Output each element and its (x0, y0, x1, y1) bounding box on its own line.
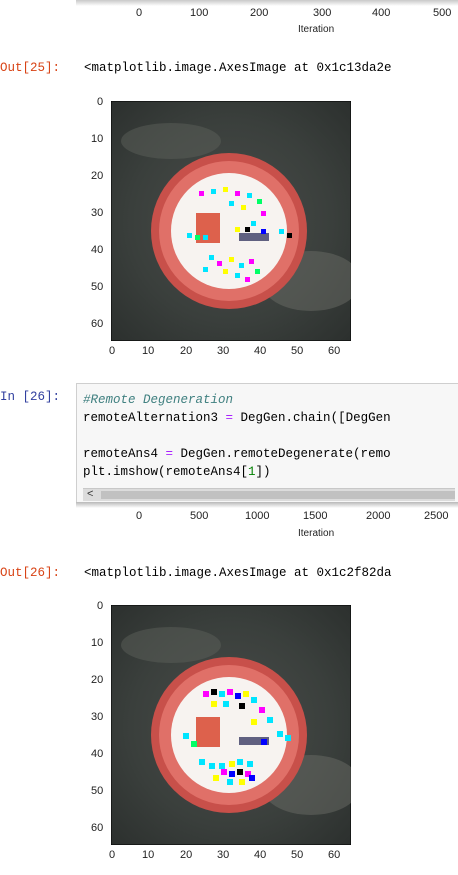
code-token: remoteAns4 (83, 447, 166, 461)
code-operator: = (225, 411, 234, 425)
x-tick: 40 (254, 849, 267, 861)
x-tick: 20 (180, 345, 193, 357)
x-tick: 20 (180, 849, 193, 861)
x-tick: 0 (109, 345, 116, 357)
y-tick: 20 (91, 170, 104, 182)
x-tick: 0 (109, 849, 116, 861)
mid-axis: 0 500 1000 1500 2000 2500 Iteration (0, 508, 458, 548)
y-tick: 0 (97, 96, 104, 108)
x-tick: 60 (328, 345, 341, 357)
code-token: ]) (255, 465, 271, 479)
top-axis-tick: 300 (313, 7, 332, 19)
in26-prompt: In [26]: (0, 390, 61, 404)
horizontal-scrollbar[interactable]: < (83, 488, 455, 501)
image-plot-2: 0 10 20 30 40 50 60 0 10 20 30 40 50 60 (85, 600, 365, 870)
x-tick: 30 (217, 345, 230, 357)
out25-prompt: Out[25]: (0, 61, 61, 75)
y-tick: 60 (91, 318, 104, 330)
out26-prompt: Out[26]: (0, 566, 61, 580)
code-line: plt.imshow(remoteAns4[1]) (83, 463, 271, 481)
x-tick: 60 (328, 849, 341, 861)
code-cell[interactable]: #Remote Degeneration remoteAlternation3 … (76, 383, 458, 503)
code-number: 1 (248, 465, 256, 479)
code-line: remoteAns4 = DegGen.remoteDegenerate(rem… (83, 445, 391, 463)
code-line: #Remote Degeneration (83, 391, 233, 409)
mid-axis-tick: 2000 (366, 510, 391, 522)
y-tick: 40 (91, 748, 104, 760)
mid-axis-tick: 0 (136, 510, 143, 522)
scroll-thumb[interactable] (101, 491, 455, 499)
y-tick: 50 (91, 785, 104, 797)
x-tick: 50 (291, 849, 304, 861)
y-tick: 0 (97, 600, 104, 612)
mid-axis-tick: 2500 (424, 510, 449, 522)
x-tick: 30 (217, 849, 230, 861)
out26-text: <matplotlib.image.AxesImage at 0x1c2f82d… (84, 566, 392, 580)
code-token: DegGen.chain([DegGen (233, 411, 391, 425)
y-tick: 30 (91, 711, 104, 723)
y-tick: 20 (91, 674, 104, 686)
code-comment: #Remote Degeneration (83, 393, 234, 407)
top-axis-tick: 100 (190, 7, 209, 19)
code-operator: = (165, 447, 174, 461)
top-axis-tick: 200 (250, 7, 269, 19)
y-tick: 50 (91, 281, 104, 293)
out25-text: <matplotlib.image.AxesImage at 0x1c13da2… (84, 61, 392, 75)
x-tick: 10 (142, 345, 155, 357)
y-tick: 30 (91, 207, 104, 219)
code-token: plt.imshow(remoteAns4[ (83, 465, 249, 479)
y-tick: 60 (91, 822, 104, 834)
image-2-canvas (111, 605, 351, 845)
image-1-canvas (111, 101, 351, 341)
top-axis: 0 100 200 300 400 500 Iteration (0, 0, 458, 40)
image-plot-1: 0 10 20 30 40 50 60 0 10 20 30 40 50 60 (85, 96, 365, 366)
scroll-left-arrow[interactable]: < (87, 488, 93, 500)
code-line: remoteAlternation3 = DegGen.chain([DegGe… (83, 409, 391, 427)
top-axis-tick: 400 (372, 7, 391, 19)
x-tick: 50 (291, 345, 304, 357)
y-tick: 40 (91, 244, 104, 256)
code-token: DegGen.remoteDegenerate(remo (173, 447, 391, 461)
code-token: remoteAlternation3 (83, 411, 226, 425)
mid-axis-tick: 500 (190, 510, 209, 522)
x-tick: 40 (254, 345, 267, 357)
top-axis-label: Iteration (298, 24, 335, 35)
x-tick: 10 (142, 849, 155, 861)
y-tick: 10 (91, 133, 104, 145)
mid-axis-label: Iteration (298, 528, 335, 539)
mid-axis-tick: 1500 (303, 510, 328, 522)
top-axis-tick: 0 (136, 7, 143, 19)
top-axis-tick: 500 (433, 7, 452, 19)
y-tick: 10 (91, 637, 104, 649)
mid-axis-tick: 1000 (245, 510, 270, 522)
